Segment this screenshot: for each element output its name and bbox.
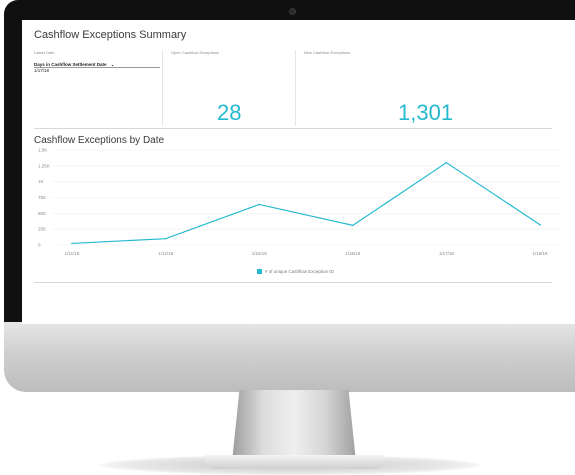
latest-date-label: Latest Date xyxy=(34,50,55,55)
slicer-underline xyxy=(34,67,160,68)
x-tick-label: 1/16/18 xyxy=(345,251,361,256)
new-exceptions-label: New Cashflow Exceptions xyxy=(304,50,351,55)
y-tick-label: 1K xyxy=(38,179,44,184)
y-tick-label: 1.5K xyxy=(38,148,47,153)
x-tick-label: 1/18/18 xyxy=(532,251,548,256)
series-line xyxy=(71,161,541,245)
dashboard-screen: Cashflow Exceptions Summary Latest Date … xyxy=(22,20,575,324)
data-point xyxy=(71,242,73,245)
page-title: Cashflow Exceptions Summary xyxy=(34,29,187,41)
new-exceptions-value: 1,301 xyxy=(398,100,454,125)
data-point xyxy=(539,223,541,226)
x-tick-label: 1/11/18 xyxy=(65,251,80,256)
open-exceptions-label: Open Cashflow Exceptions xyxy=(171,50,220,55)
y-tick-label: 250 xyxy=(38,227,46,232)
open-exceptions-value: 28 xyxy=(217,100,242,125)
data-point xyxy=(445,161,448,164)
data-point xyxy=(258,203,260,206)
monitor-stand-base xyxy=(205,455,385,469)
legend-label: # of unique Cashflow Exception ID xyxy=(265,269,334,274)
x-tick-label: 1/12/18 xyxy=(158,251,174,256)
date-slicer-value: 1/17/18 xyxy=(34,68,50,73)
camera-icon xyxy=(289,8,296,15)
y-tick-label: 750 xyxy=(38,195,46,200)
exceptions-line-chart: 0 250 500 750 1K 1.25K 1.5K 1/11/18 1/12/18 1/15/… xyxy=(38,148,562,256)
new-exceptions-card: New Cashflow Exceptions 1,301 xyxy=(298,50,553,128)
y-tick-label: 500 xyxy=(38,211,46,216)
legend-swatch xyxy=(257,269,262,274)
section-divider xyxy=(34,128,552,129)
data-point xyxy=(164,237,167,240)
card-divider xyxy=(295,50,296,126)
card-divider xyxy=(162,50,163,126)
section-divider xyxy=(34,282,552,283)
data-point xyxy=(352,224,354,227)
y-tick-label: 0 xyxy=(38,243,41,248)
monitor-chin xyxy=(4,322,575,392)
y-tick-label: 1.25K xyxy=(38,163,50,168)
open-exceptions-card: Open Cashflow Exceptions 28 xyxy=(165,50,295,128)
monitor-stand xyxy=(232,390,356,462)
x-tick-label: 1/15/18 xyxy=(252,251,268,256)
x-tick-label: 1/17/18 xyxy=(439,251,455,256)
chart-title: Cashflow Exceptions by Date xyxy=(34,135,165,146)
